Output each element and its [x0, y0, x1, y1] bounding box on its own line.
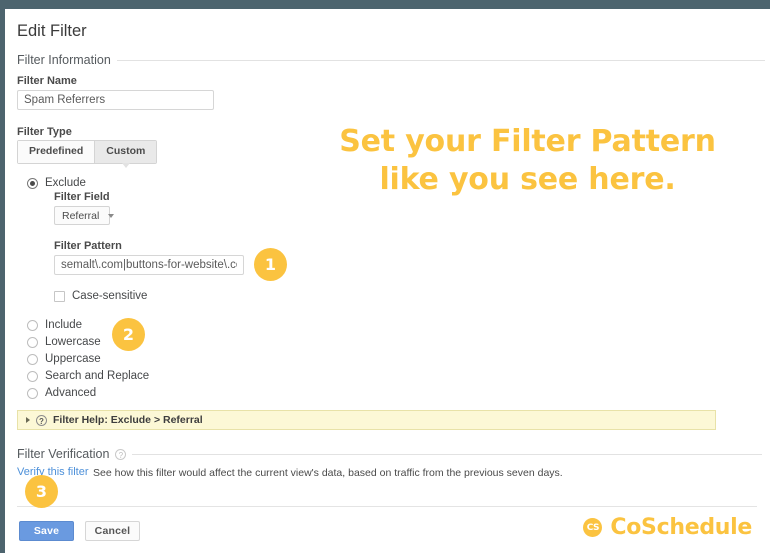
radio-icon-uppercase[interactable] [27, 353, 38, 365]
filter-option-exclude-label: Exclude [45, 177, 86, 189]
radio-icon-exclude[interactable] [27, 177, 38, 189]
annotation-badge-2: 2 [112, 318, 145, 351]
coschedule-wordmark: CoSchedule [610, 515, 752, 540]
question-mark-icon: ? [36, 414, 47, 426]
annotation-headline: Set your Filter Pattern like you see her… [305, 123, 750, 199]
case-sensitive-label: Case-sensitive [72, 290, 148, 302]
filter-option-search-and-replace-label: Search and Replace [45, 370, 150, 382]
section-divider-rule-verification [132, 453, 763, 455]
section-header-filter-information-label: Filter Information [17, 53, 111, 67]
filter-option-uppercase-label: Uppercase [45, 353, 101, 365]
annotation-badge-3: 3 [25, 475, 58, 508]
filter-option-lowercase[interactable]: Lowercase [27, 336, 101, 348]
filter-option-include[interactable]: Include [27, 319, 82, 331]
chevron-down-icon [108, 213, 115, 218]
radio-icon-advanced[interactable] [27, 387, 38, 399]
section-header-filter-verification-label: Filter Verification [17, 447, 110, 461]
filter-pattern-label: Filter Pattern [54, 240, 122, 252]
filter-name-input[interactable] [17, 90, 214, 110]
radio-icon-lowercase[interactable] [27, 336, 38, 348]
filter-type-label: Filter Type [17, 126, 72, 138]
section-header-filter-verification: Filter Verification ? [17, 447, 763, 461]
filter-option-exclude[interactable]: Exclude [27, 177, 86, 189]
radio-icon-include[interactable] [27, 319, 38, 331]
filter-field-label: Filter Field [54, 191, 110, 203]
edit-filter-page: Edit Filter Filter Information Filter Na… [5, 9, 770, 553]
chevron-right-icon [26, 417, 30, 423]
cancel-button[interactable]: Cancel [85, 521, 140, 541]
filter-field-select[interactable]: Referral [54, 206, 115, 225]
filter-option-lowercase-label: Lowercase [45, 336, 101, 348]
coschedule-logo-icon: CS [583, 518, 603, 537]
coschedule-brand-lockup: CS CoSchedule [583, 515, 752, 540]
annotation-headline-line-1: Set your Filter Pattern [339, 124, 716, 159]
section-divider-rule [116, 59, 765, 61]
filter-name-label: Filter Name [17, 75, 77, 87]
annotation-badge-1: 1 [254, 248, 287, 281]
actions-divider [17, 506, 757, 507]
checkbox-icon-case-sensitive[interactable] [54, 290, 65, 302]
filter-option-include-label: Include [45, 319, 83, 331]
filter-field-select-value: Referral [62, 209, 100, 222]
question-mark-icon-verification[interactable]: ? [115, 448, 127, 460]
filter-type-toggle-group: Predefined Custom [17, 140, 158, 167]
section-header-filter-information: Filter Information [17, 53, 765, 67]
filter-option-advanced-label: Advanced [45, 387, 97, 399]
save-button[interactable]: Save [19, 521, 74, 541]
filter-pattern-input[interactable] [54, 255, 244, 275]
filter-option-search-and-replace[interactable]: Search and Replace [27, 370, 149, 382]
verification-description: See how this filter would affect the cur… [93, 467, 563, 479]
filter-option-advanced[interactable]: Advanced [27, 387, 96, 399]
filter-type-option-custom[interactable]: Custom [94, 141, 157, 167]
case-sensitive-option[interactable]: Case-sensitive [54, 290, 147, 302]
filter-help-bar-text: Filter Help: Exclude > Referral [53, 414, 203, 426]
filter-option-uppercase[interactable]: Uppercase [27, 353, 101, 365]
window-top-chrome-bar [0, 0, 770, 9]
verify-this-filter-link[interactable]: Verify this filter [17, 466, 89, 478]
annotation-headline-line-2: like you see here. [379, 162, 676, 198]
radio-icon-search-and-replace[interactable] [27, 370, 38, 382]
page-title: Edit Filter [17, 22, 87, 40]
filter-type-option-predefined[interactable]: Predefined [18, 141, 95, 163]
filter-help-bar[interactable]: ? Filter Help: Exclude > Referral [17, 410, 716, 430]
